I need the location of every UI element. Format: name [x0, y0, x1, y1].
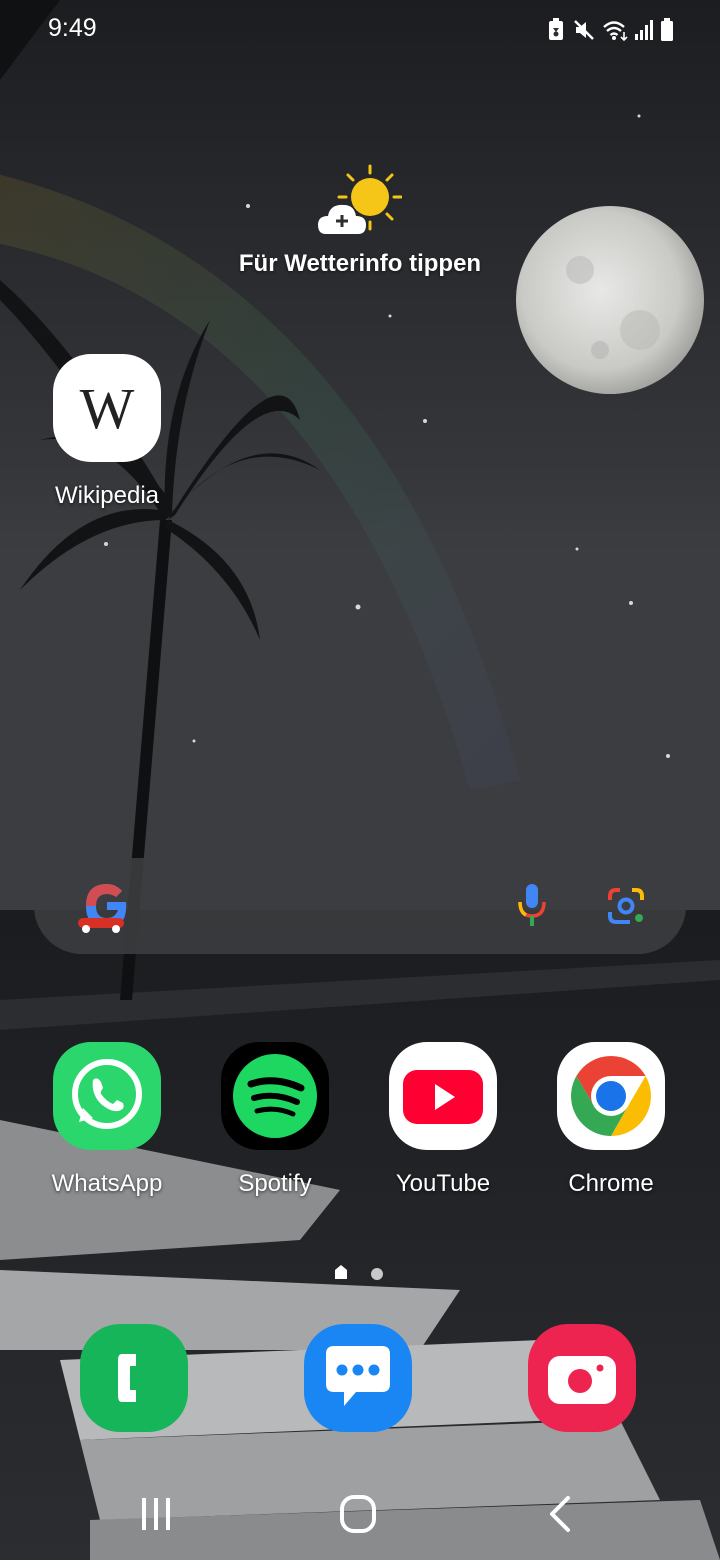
back-button[interactable] — [530, 1492, 590, 1538]
svg-text:W: W — [80, 376, 135, 441]
back-icon — [550, 1496, 570, 1532]
youtube-icon — [389, 1042, 497, 1150]
wikipedia-icon: W — [53, 354, 161, 462]
spotify-icon — [221, 1042, 329, 1150]
battery-icon — [661, 18, 673, 41]
app-label: Spotify — [238, 1170, 312, 1197]
home-button[interactable] — [328, 1492, 388, 1538]
app-label: WhatsApp — [51, 1170, 163, 1197]
whatsapp-icon — [53, 1042, 161, 1150]
app-youtube[interactable]: YouTube — [368, 1042, 518, 1198]
microphone-icon[interactable] — [516, 882, 548, 928]
app-whatsapp[interactable]: WhatsApp — [32, 1042, 182, 1198]
app-label: Wikipedia — [54, 482, 160, 509]
weather-prompt: Für Wetterinfo tippen — [238, 250, 482, 277]
home-page-dot[interactable] — [335, 1265, 347, 1279]
clock: 9:49 — [48, 14, 97, 42]
app-chrome[interactable]: Chrome — [536, 1042, 686, 1198]
sun-cloud-plus-icon — [318, 164, 402, 234]
chrome-icon — [557, 1042, 665, 1150]
status-bar: 9:49 — [0, 0, 720, 60]
signal-icon — [635, 20, 653, 40]
home-screen: 9:49 Für Wetterinfo tippen W Wikipedia W… — [0, 0, 720, 1560]
navigation-bar — [0, 1470, 720, 1560]
status-icons — [546, 16, 674, 44]
messages-icon[interactable] — [304, 1324, 412, 1432]
app-label: YouTube — [395, 1170, 491, 1197]
app-spotify[interactable]: Spotify — [200, 1042, 350, 1198]
recents-button[interactable] — [126, 1492, 186, 1538]
google-logo-icon[interactable] — [74, 880, 144, 934]
recents-icon — [142, 1498, 170, 1530]
weather-widget[interactable]: Für Wetterinfo tippen — [200, 160, 520, 290]
page-dot[interactable] — [371, 1268, 383, 1280]
app-wikipedia[interactable]: W Wikipedia — [32, 354, 182, 510]
camera-icon[interactable] — [528, 1324, 636, 1432]
battery-saver-icon — [549, 18, 563, 40]
mute-icon — [574, 20, 594, 40]
home-icon — [340, 1495, 376, 1533]
app-label: Chrome — [568, 1170, 654, 1197]
google-lens-icon[interactable] — [606, 886, 646, 926]
wifi-icon — [603, 21, 628, 42]
page-indicator[interactable] — [330, 1264, 390, 1284]
google-search-bar[interactable] — [34, 858, 686, 954]
phone-icon[interactable] — [80, 1324, 188, 1432]
